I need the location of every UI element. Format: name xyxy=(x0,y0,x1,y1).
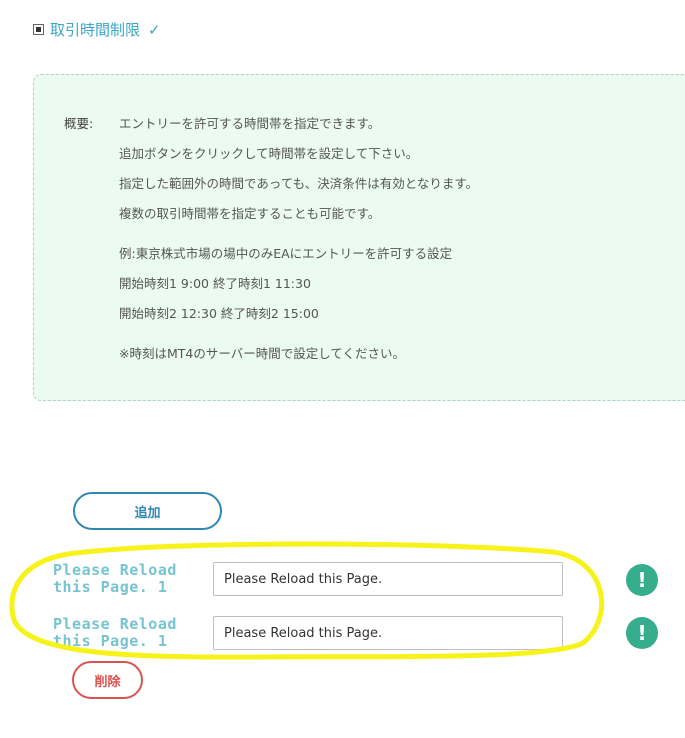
info-line: 開始時刻1 9:00 終了時刻1 11:30 xyxy=(119,276,311,291)
row-label: Please Reload this Page. 1 xyxy=(53,616,203,650)
exclamation-icon: ! xyxy=(626,564,658,596)
info-line: ※時刻はMT4のサーバー時間で設定してください。 xyxy=(119,346,405,361)
info-line: 例:東京株式市場の場中のみEAにエントリーを許可する設定 xyxy=(119,246,453,261)
info-label: 概要: xyxy=(64,116,94,131)
info-line: 複数の取引時間帯を指定することも可能です。 xyxy=(119,206,381,221)
row-label-line: Please Reload xyxy=(53,615,177,633)
time-range-input[interactable] xyxy=(213,616,563,650)
section-title: 取引時間制限 xyxy=(50,21,141,39)
info-line: 指定した範囲外の時間であっても、決済条件は有効となります。 xyxy=(119,176,479,191)
check-icon: ✓ xyxy=(148,20,161,39)
section-header: 取引時間制限 ✓ xyxy=(33,19,161,40)
info-line: 追加ボタンをクリックして時間帯を設定して下さい。 xyxy=(119,146,419,161)
info-line: 開始時刻2 12:30 終了時刻2 15:00 xyxy=(119,306,319,321)
row-label-line: this Page. 1 xyxy=(53,632,168,650)
row-label: Please Reload this Page. 1 xyxy=(53,562,203,596)
exclamation-icon: ! xyxy=(626,617,658,649)
checkbox-square-icon xyxy=(33,24,44,35)
delete-button[interactable]: 削除 xyxy=(72,661,143,699)
time-range-input[interactable] xyxy=(213,562,563,596)
row-label-line: Please Reload xyxy=(53,561,177,579)
add-button[interactable]: 追加 xyxy=(73,492,222,530)
info-box: 概要: エントリーを許可する時間帯を指定できます。 追加ボタンをクリックして時間… xyxy=(33,74,685,401)
info-line: エントリーを許可する時間帯を指定できます。 xyxy=(119,116,381,131)
row-label-line: this Page. 1 xyxy=(53,578,168,596)
